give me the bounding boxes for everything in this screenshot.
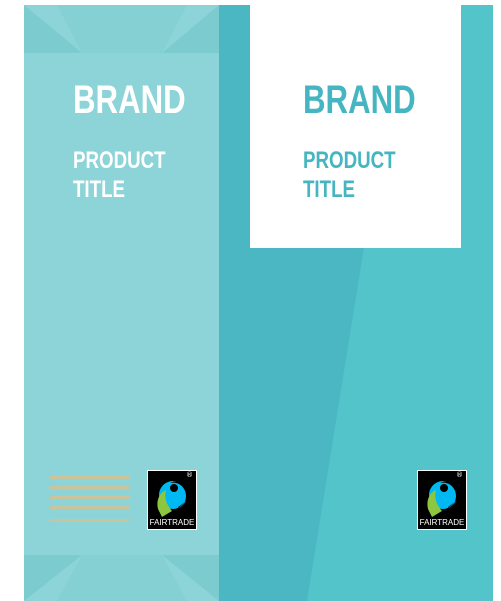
stripe: [50, 519, 130, 522]
package-mockup: BRAND PRODUCT TITLE BRAND PRODUCT TITLE …: [0, 0, 501, 601]
stripe: [50, 506, 130, 509]
right-brand-title: BRAND: [303, 78, 416, 122]
stripe: [50, 496, 130, 499]
right-product-line1: PRODUCT: [303, 147, 396, 174]
stripe: [50, 486, 130, 489]
fairtrade-logo-right: ® FAIRTRADE: [417, 470, 467, 530]
fairtrade-logo-left: ® FAIRTRADE: [147, 470, 197, 530]
left-product-line1: PRODUCT: [73, 147, 166, 174]
right-product-line2: TITLE: [303, 176, 355, 203]
registered-mark: ®: [186, 471, 193, 479]
front-label: [250, 5, 461, 248]
left-product-line2: TITLE: [73, 176, 125, 203]
stripe: [50, 476, 130, 479]
fairtrade-text: FAIRTRADE: [149, 518, 195, 527]
registered-mark: ®: [456, 471, 463, 479]
fairtrade-text: FAIRTRADE: [419, 518, 465, 527]
left-brand-title: BRAND: [73, 78, 186, 122]
